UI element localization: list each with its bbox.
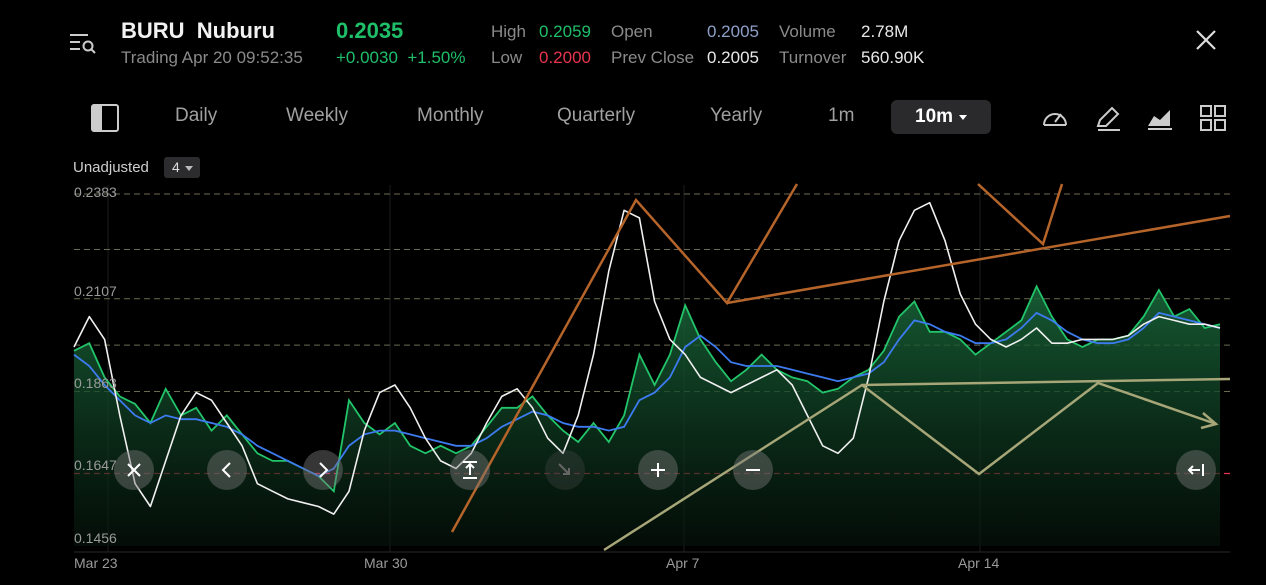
pan-left-button[interactable] bbox=[207, 450, 247, 490]
trendline-brown-channel[interactable] bbox=[726, 214, 1231, 305]
y-tick-label: 0.1647 bbox=[74, 457, 117, 474]
x-tick-label: Mar 23 bbox=[74, 555, 118, 571]
trendline-brown-top[interactable] bbox=[977, 183, 1064, 247]
minus-icon bbox=[746, 469, 760, 471]
y-tick-label: 0.1456 bbox=[74, 530, 117, 546]
shrink-icon bbox=[558, 463, 570, 475]
close-overlay-button[interactable] bbox=[114, 450, 154, 490]
x-tick-label: Apr 7 bbox=[666, 555, 700, 571]
close-icon bbox=[127, 463, 141, 477]
y-tick-label: 0.2383 bbox=[74, 184, 117, 200]
pan-right-button[interactable] bbox=[303, 450, 343, 490]
fit-range-button[interactable] bbox=[450, 450, 490, 490]
jump-to-end-icon bbox=[1187, 464, 1204, 476]
x-tick-label: Mar 30 bbox=[364, 555, 408, 571]
y-tick-label: 0.1863 bbox=[74, 375, 117, 392]
plus-icon bbox=[651, 463, 665, 477]
y-tick-label: 0.2107 bbox=[74, 282, 117, 299]
jump-to-latest-button[interactable] bbox=[1176, 450, 1216, 490]
chevron-right-icon bbox=[319, 462, 329, 478]
price-chart[interactable] bbox=[0, 0, 1266, 585]
range-icon bbox=[463, 461, 477, 479]
shrink-button[interactable] bbox=[545, 450, 585, 490]
zoom-out-button[interactable] bbox=[733, 450, 773, 490]
price-area-fill bbox=[74, 286, 1220, 546]
zoom-in-button[interactable] bbox=[638, 450, 678, 490]
chevron-left-icon bbox=[221, 462, 231, 478]
x-tick-label: Apr 14 bbox=[958, 555, 1000, 571]
